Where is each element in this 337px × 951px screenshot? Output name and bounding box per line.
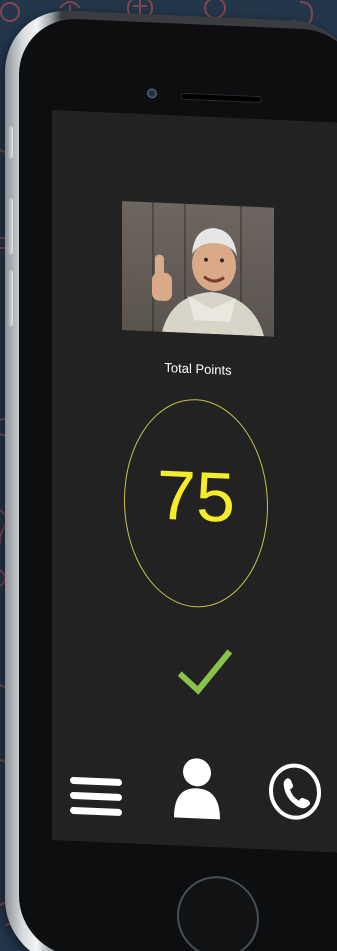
volume-up-button [8,198,13,255]
mute-switch [8,126,13,159]
man-figure-icon [152,228,264,337]
total-points-label: Total Points [164,359,232,378]
app-screen: Total Points 75 [52,110,337,855]
volume-down-button [8,270,13,327]
hamburger-menu-icon[interactable] [70,775,122,819]
score-value: 75 [157,455,235,537]
senior-man-thumbs-up-photo [122,201,274,337]
user-profile-icon[interactable] [174,755,220,821]
marketing-image: Total Points 75 [0,0,337,951]
checkmark-icon[interactable] [178,646,234,704]
front-camera [147,88,157,99]
phone-call-icon[interactable] [268,761,322,821]
